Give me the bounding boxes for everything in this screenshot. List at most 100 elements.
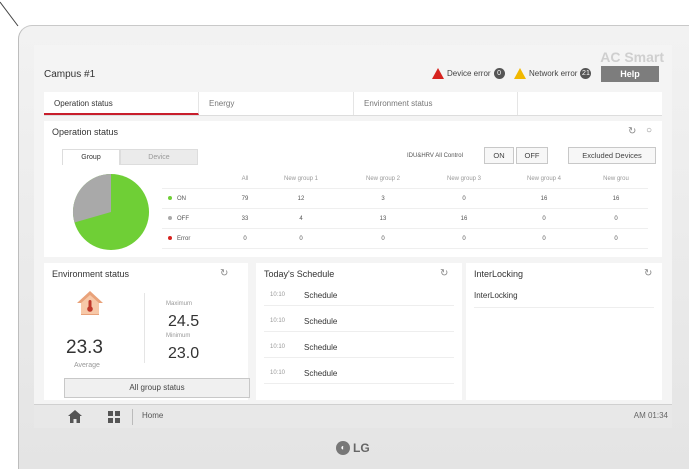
table-cell: 79 [230, 188, 260, 209]
column-header: All [230, 169, 260, 189]
schedule-name: Schedule [304, 317, 338, 326]
subtab-device[interactable]: Device [120, 149, 198, 165]
schedule-time: 10:10 [270, 292, 286, 298]
all-on-button[interactable]: ON [484, 147, 514, 164]
lg-face-icon: ◐ [336, 441, 350, 455]
brand-label: AC Smart [600, 49, 664, 65]
schedule-time: 10:10 [270, 370, 286, 376]
schedule-item[interactable]: 10:10 Schedule [264, 287, 454, 306]
all-group-status-button[interactable]: All group status [64, 378, 250, 398]
environment-status-title: Environment status [52, 269, 130, 279]
screen: AC Smart Campus #1 Device error 0 Networ… [34, 45, 672, 428]
table-cell: 16 [584, 188, 648, 209]
settings-icon[interactable]: ○ [646, 125, 652, 136]
all-control-label: IDU&HRV All Control [407, 153, 463, 159]
tab-operation-status[interactable]: Operation status [44, 92, 199, 115]
status-pie-chart [72, 173, 150, 251]
interlocking-panel: InterLocking ↻ InterLocking [466, 263, 662, 400]
operation-status-panel: Operation status ↻ ○ Group Device IDU&HR… [44, 121, 662, 257]
table-cell: 0 [424, 188, 504, 209]
table-cell: 0 [504, 228, 584, 249]
table-cell: 33 [230, 208, 260, 229]
network-error-label: Network error [529, 69, 578, 78]
table-cell: 3 [342, 188, 424, 209]
todays-schedule-panel: Today's Schedule ↻ 10:10 Schedule 10:10 … [256, 263, 462, 400]
table-cell: 16 [424, 208, 504, 229]
table-row-off: OFF 33 4 13 16 0 0 [162, 208, 648, 229]
status-table-header: All New group 1 New group 2 New group 3 … [162, 169, 648, 189]
campus-title: Campus #1 [44, 69, 96, 80]
table-cell: 0 [504, 208, 584, 229]
lg-logo: ◐ LG [336, 441, 370, 455]
lg-logo-text: LG [353, 441, 370, 455]
schedule-item[interactable]: 10:10 Schedule [264, 365, 454, 384]
subtab-group[interactable]: Group [62, 149, 120, 165]
schedule-name: Schedule [304, 343, 338, 352]
divider [144, 293, 145, 363]
interlocking-title: InterLocking [474, 269, 524, 279]
divider [132, 409, 133, 425]
table-cell: 0 [260, 228, 342, 249]
schedule-name: Schedule [304, 291, 338, 300]
row-label-off: OFF [162, 208, 230, 229]
warning-red-icon [432, 68, 444, 79]
schedule-time: 10:10 [270, 344, 286, 350]
row-label-error: Error [162, 228, 230, 249]
tab-environment-status[interactable]: Environment status [354, 92, 518, 115]
column-header: New grou [584, 169, 648, 189]
table-cell: 0 [584, 208, 648, 229]
table-cell: 0 [230, 228, 260, 249]
table-cell: 13 [342, 208, 424, 229]
network-error-indicator[interactable]: Network error 21 [514, 68, 592, 79]
schedule-time: 10:10 [270, 318, 286, 324]
status-table: All New group 1 New group 2 New group 3 … [162, 169, 648, 249]
on-dot-icon [168, 195, 172, 200]
average-temperature: 23.3 [66, 337, 103, 358]
column-header: New group 1 [260, 169, 342, 189]
schedule-item[interactable]: 10:10 Schedule [264, 339, 454, 358]
home-icon[interactable] [68, 410, 82, 423]
home-label[interactable]: Home [142, 411, 163, 420]
column-header: New group 3 [424, 169, 504, 189]
warning-yellow-icon [514, 68, 526, 79]
table-cell: 0 [342, 228, 424, 249]
table-cell: 4 [260, 208, 342, 229]
top-bar: Campus #1 Device error 0 Network error 2… [34, 65, 672, 85]
device-error-indicator[interactable]: Device error 0 [432, 68, 505, 79]
excluded-devices-button[interactable]: Excluded Devices [568, 147, 656, 164]
table-cell: 0 [584, 228, 648, 249]
schedule-title: Today's Schedule [264, 269, 335, 279]
grid-menu-icon[interactable] [108, 411, 120, 423]
all-off-button[interactable]: OFF [516, 147, 548, 164]
off-dot-icon [168, 215, 172, 220]
table-row-on: ON 79 12 3 0 16 16 [162, 188, 648, 209]
tab-energy[interactable]: Energy [199, 92, 354, 115]
environment-status-panel: Environment status ↻ 23.3 Average Maximu… [44, 263, 250, 400]
network-error-count: 21 [580, 68, 592, 79]
table-row-error: Error 0 0 0 0 0 0 [162, 228, 648, 249]
row-label-on: ON [162, 188, 230, 209]
help-button[interactable]: Help [601, 66, 659, 82]
refresh-icon[interactable]: ↻ [644, 268, 652, 279]
column-header [162, 169, 230, 189]
tab-empty[interactable] [518, 92, 662, 115]
refresh-icon[interactable]: ↻ [628, 126, 636, 137]
operation-status-title: Operation status [52, 127, 119, 137]
interlocking-item[interactable]: InterLocking [474, 291, 654, 308]
schedule-item[interactable]: 10:10 Schedule [264, 313, 454, 332]
minimum-temperature: 23.0 [168, 345, 200, 362]
refresh-icon[interactable]: ↻ [440, 268, 448, 279]
schedule-name: Schedule [304, 369, 338, 378]
refresh-icon[interactable]: ↻ [220, 268, 228, 279]
table-cell: 16 [504, 188, 584, 209]
house-thermometer-icon [77, 291, 103, 315]
main-tabs: Operation status Energy Environment stat… [44, 92, 662, 116]
table-cell: 0 [424, 228, 504, 249]
maximum-label: Maximum [166, 301, 193, 307]
clock: AM 01:34 [633, 411, 668, 420]
minimum-label: Minimum [166, 333, 191, 339]
error-dot-icon [168, 235, 172, 240]
maximum-temperature: 24.5 [168, 313, 200, 330]
column-header: New group 4 [504, 169, 584, 189]
average-label: Average [74, 362, 100, 369]
